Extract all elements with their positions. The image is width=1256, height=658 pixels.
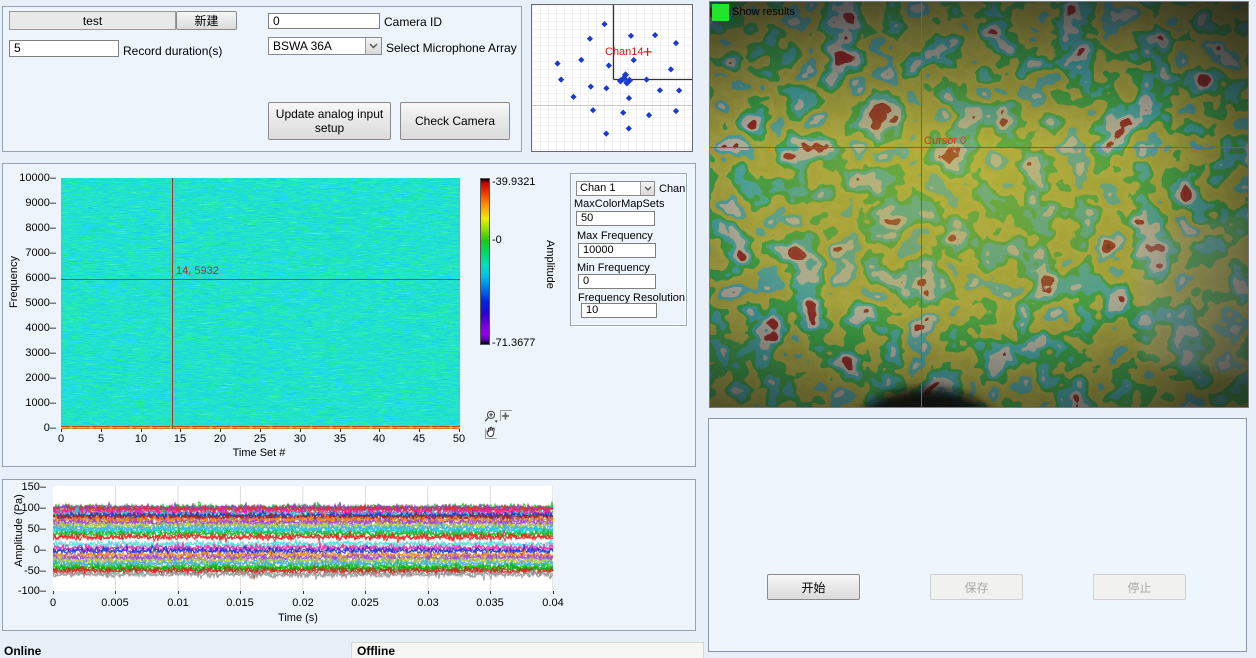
svg-text:Chan14: Chan14 xyxy=(605,46,644,58)
svg-text:14, 5932: 14, 5932 xyxy=(176,265,219,277)
svg-text:Show results: Show results xyxy=(732,6,795,18)
svg-text:Cursor 0: Cursor 0 xyxy=(924,135,966,147)
